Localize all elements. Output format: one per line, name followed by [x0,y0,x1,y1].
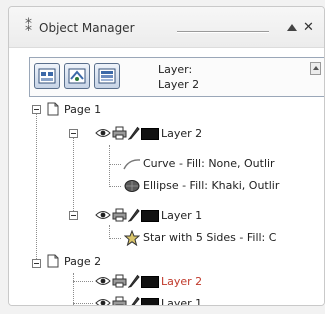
tree-connector [109,186,121,187]
pencil-icon[interactable] [128,126,140,140]
eye-icon[interactable] [95,128,111,138]
eye-icon[interactable] [95,298,111,306]
title-divider [177,31,269,33]
tree-item-page1-layer2[interactable]: Layer 2 [95,125,315,143]
tree-item-page1-layer1[interactable]: Layer 1 [95,207,315,225]
tree-item-page2-layer1[interactable]: Layer 1 [95,295,315,306]
docker-grip-icon[interactable]: ⁑ [25,19,32,35]
page-label: Page 2 [64,255,102,268]
layer-color-swatch [141,298,159,305]
eye-icon[interactable] [95,210,111,220]
docker-title: Object Manager [39,21,135,35]
curve-icon [123,159,141,170]
show-object-properties-icon [38,68,56,84]
object-manager-toolbar: Layer: Layer 2 [29,57,324,97]
page-icon [47,102,59,116]
printer-icon[interactable] [112,126,127,140]
tree-item-ellipse[interactable]: Ellipse - Fill: Khaki, Outlir [123,177,324,195]
close-icon[interactable]: ✕ [303,20,314,35]
pencil-icon[interactable] [128,208,140,222]
printer-icon[interactable] [112,208,127,222]
tree-item-curve[interactable]: Curve - Fill: None, Outlir [123,155,324,173]
tree-connector [36,113,37,261]
layer-label: Layer 2 [161,275,203,288]
layer-color-swatch [141,128,159,140]
tree-connector [73,133,74,215]
expand-toggle-page2[interactable] [32,259,41,268]
edit-across-layers-button[interactable] [64,63,90,89]
object-label: Star with 5 Sides - Fill: C [143,231,277,244]
tree-item-page2[interactable]: Page 2 [47,253,247,271]
edit-across-layers-icon [68,68,86,84]
collapse-arrow-icon[interactable] [287,24,297,31]
tree-item-page1[interactable]: Page 1 [47,101,247,119]
docker-title-bar[interactable]: ⁑ Object Manager ✕ [9,7,324,48]
tree-connector [109,145,110,187]
tree-item-star[interactable]: Star with 5 Sides - Fill: C [123,229,324,247]
eye-icon[interactable] [95,276,111,286]
layer-label: Layer 1 [161,297,203,306]
tree-connector [109,164,121,165]
object-label: Ellipse - Fill: Khaki, Outlir [143,179,280,192]
scroll-up-button[interactable] [310,62,321,75]
ellipse-icon [124,180,140,192]
current-layer-indicator: Layer: Layer 2 [158,62,199,92]
show-object-properties-button[interactable] [34,63,60,89]
current-layer-prefix: Layer: [158,63,193,76]
object-label: Curve - Fill: None, Outlir [143,157,275,170]
layer-label: Layer 1 [161,209,203,222]
page-icon [47,254,59,268]
pencil-icon[interactable] [128,274,140,288]
tree-connector [73,303,93,304]
layer-color-swatch [141,276,159,288]
layer-color-swatch [141,210,159,222]
object-tree: Page 1 Layer 2 Curve - Fill: None, Outli… [9,101,324,305]
star-icon [124,230,140,246]
printer-icon[interactable] [112,296,127,306]
object-manager-docker: ⁑ Object Manager ✕ Layer: Layer 2 Page 1… [8,6,325,306]
layer-manager-view-icon [98,68,116,84]
page-label: Page 1 [64,103,102,116]
tree-connector [73,281,93,282]
expand-toggle-layer1[interactable] [69,211,78,220]
layer-manager-view-button[interactable] [94,63,120,89]
expand-toggle-page1[interactable] [32,105,41,114]
tree-connector [73,273,74,305]
tree-item-page2-layer2[interactable]: Layer 2 [95,273,315,291]
layer-label: Layer 2 [161,127,203,140]
printer-icon[interactable] [112,274,127,288]
current-layer-name: Layer 2 [158,78,200,91]
tree-connector [109,225,110,239]
tree-connector [109,238,121,239]
expand-toggle-layer2[interactable] [69,129,78,138]
pencil-icon[interactable] [128,296,140,306]
